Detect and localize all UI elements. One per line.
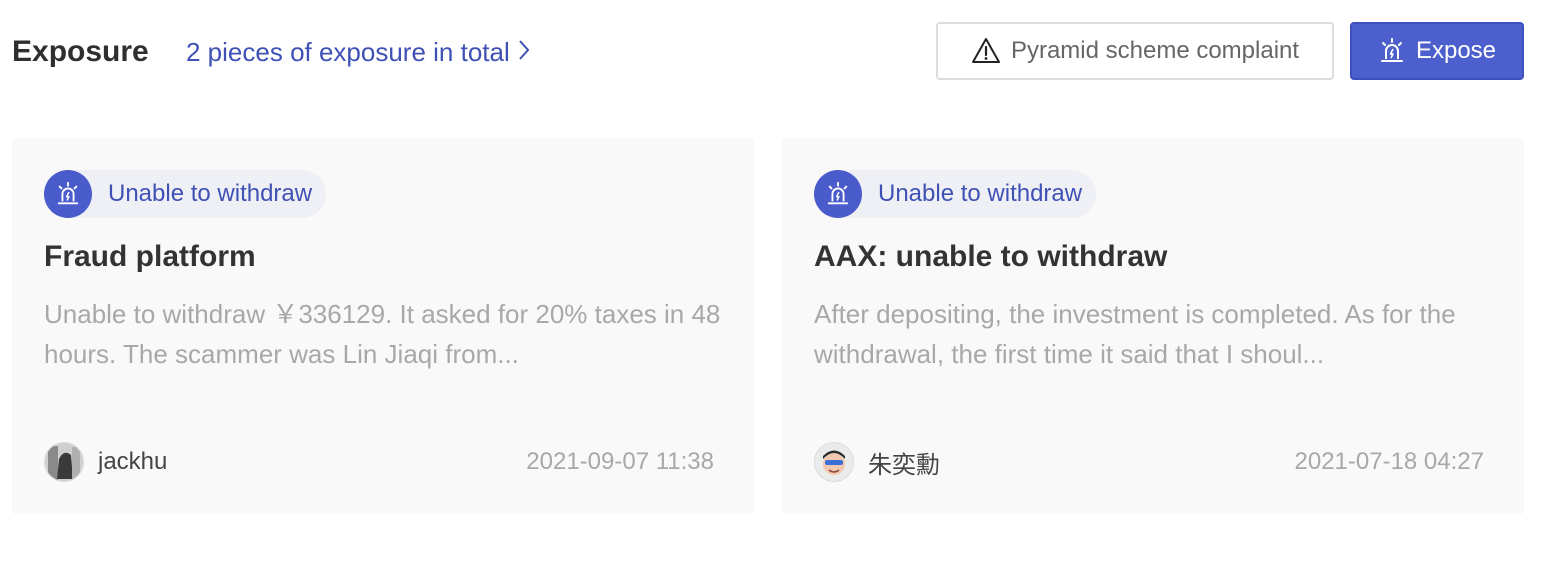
alarm-siren-icon bbox=[814, 170, 862, 218]
author-name: jackhu bbox=[98, 448, 168, 475]
card-title: AAX: unable to withdraw bbox=[814, 240, 1168, 273]
card-author: jackhu bbox=[44, 442, 167, 482]
category-tag: Unable to withdraw bbox=[44, 170, 327, 218]
chevron-right-icon bbox=[518, 22, 530, 82]
expose-button[interactable]: Expose bbox=[1350, 22, 1524, 80]
avatar bbox=[44, 442, 84, 482]
page-title: Exposure bbox=[12, 35, 149, 68]
card-title: Fraud platform bbox=[44, 240, 256, 273]
pyramid-scheme-complaint-label: Pyramid scheme complaint bbox=[1010, 37, 1300, 64]
card-description: Unable to withdraw ￥336129. It asked for… bbox=[44, 299, 721, 369]
total-exposure-link[interactable]: 2 pieces of exposure in total bbox=[186, 22, 530, 82]
category-tag-label: Unable to withdraw bbox=[108, 180, 313, 207]
alarm-siren-icon bbox=[1378, 37, 1406, 65]
expose-button-label: Expose bbox=[1415, 37, 1497, 64]
exposure-card[interactable]: Unable to withdraw Fraud platform Unable… bbox=[12, 138, 754, 514]
card-date: 2021-07-18 04:27 bbox=[1294, 448, 1485, 475]
card-author: 朱奕勳 bbox=[814, 442, 940, 482]
author-name: 朱奕勳 bbox=[868, 451, 940, 479]
exposure-header: Exposure 2 pieces of exposure in total P… bbox=[12, 22, 1524, 82]
category-tag-label: Unable to withdraw bbox=[878, 180, 1083, 207]
pyramid-scheme-complaint-button[interactable]: Pyramid scheme complaint bbox=[936, 22, 1334, 80]
warning-triangle-icon bbox=[971, 37, 1001, 65]
avatar bbox=[814, 442, 854, 482]
category-tag: Unable to withdraw bbox=[814, 170, 1097, 218]
exposure-card[interactable]: Unable to withdraw AAX: unable to withdr… bbox=[782, 138, 1524, 514]
alarm-siren-icon bbox=[44, 170, 92, 218]
card-description: After depositing, the investment is comp… bbox=[814, 299, 1456, 369]
card-date: 2021-09-07 11:38 bbox=[526, 448, 714, 475]
total-exposure-link-label: 2 pieces of exposure in total bbox=[186, 37, 510, 67]
